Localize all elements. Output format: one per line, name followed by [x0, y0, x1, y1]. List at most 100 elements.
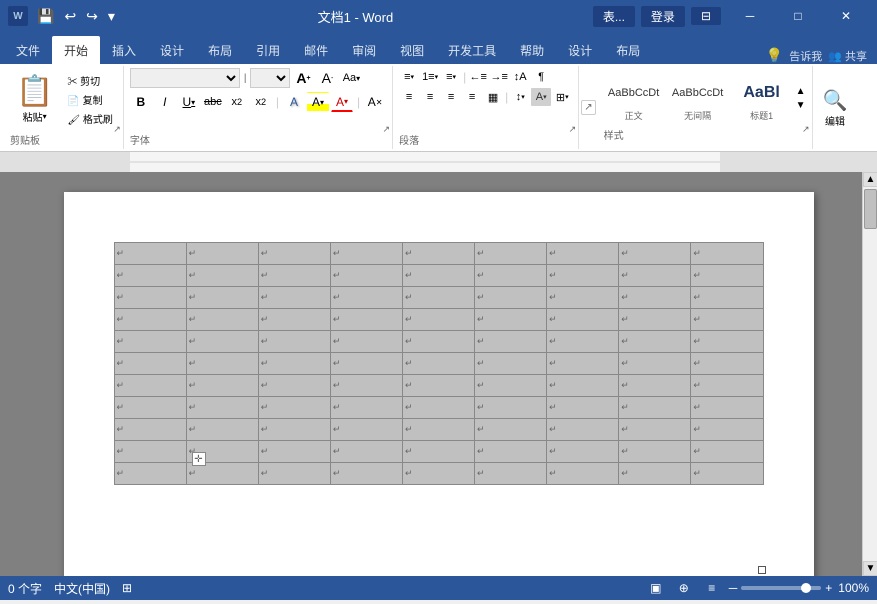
- decrease-font-button[interactable]: A-: [316, 68, 338, 88]
- change-case-button[interactable]: Aa▾: [340, 68, 362, 88]
- web-view-button[interactable]: ⊕: [673, 579, 695, 597]
- tab-help[interactable]: 帮助: [508, 36, 556, 64]
- underline-button[interactable]: U▾: [178, 92, 200, 112]
- scroll-thumb[interactable]: [864, 189, 877, 229]
- align-right-button[interactable]: ≡: [441, 88, 461, 106]
- clear-format-button[interactable]: A✕: [364, 92, 386, 112]
- table-cell: ↵: [114, 265, 186, 287]
- zoom-level-label[interactable]: 100%: [838, 581, 869, 595]
- style-heading1[interactable]: AaBl 标题1: [732, 74, 792, 125]
- tab-layout[interactable]: 布局: [196, 36, 244, 64]
- strikethrough-button[interactable]: abc: [202, 92, 224, 112]
- format-painter-button[interactable]: 🖌 格式刷: [63, 110, 116, 127]
- scroll-down-button[interactable]: ▼: [863, 561, 877, 576]
- encoding-icon[interactable]: ⊞: [122, 581, 132, 595]
- paste-button[interactable]: 📋 粘贴▾: [10, 72, 59, 126]
- highlight-color-button[interactable]: A▾: [307, 92, 329, 112]
- tab-table-layout[interactable]: 布局: [604, 36, 652, 64]
- tab-home[interactable]: 开始: [52, 36, 100, 64]
- read-view-button[interactable]: ≡: [701, 579, 723, 597]
- table-resize-handle[interactable]: [758, 566, 766, 574]
- zoom-minus-button[interactable]: ─: [729, 581, 738, 595]
- minimize-button[interactable]: ─: [727, 0, 773, 32]
- surface-button[interactable]: 表...: [593, 6, 635, 27]
- vertical-scrollbar[interactable]: ▲ ▼: [862, 172, 877, 576]
- decrease-indent-button[interactable]: ←≡: [468, 68, 488, 86]
- tab-developer[interactable]: 开发工具: [436, 36, 508, 64]
- borders-button[interactable]: ⊞▾: [552, 88, 572, 106]
- find-button[interactable]: 🔍 编辑: [819, 84, 852, 132]
- font-color-button[interactable]: A▾: [331, 92, 353, 112]
- bullets-button[interactable]: ≡▾: [399, 68, 419, 86]
- scroll-up-button[interactable]: ▲: [863, 172, 877, 187]
- tab-design[interactable]: 设计: [148, 36, 196, 64]
- table-cell: ↵: [619, 309, 691, 331]
- shading-button[interactable]: A▾: [531, 88, 551, 106]
- styles-down-button[interactable]: ▼: [796, 101, 806, 111]
- style-normal-label: 正文: [625, 109, 643, 122]
- tab-review[interactable]: 审阅: [340, 36, 388, 64]
- print-view-button[interactable]: ▣: [645, 579, 667, 597]
- column-break-button[interactable]: ▦: [483, 88, 503, 106]
- styles-expand-icon[interactable]: ↗: [802, 124, 810, 135]
- clipboard-expand-icon[interactable]: ↗: [113, 124, 121, 135]
- font-format-row: B I U▾ abc x2 x2 | A A▾ A▾ | A✕: [130, 92, 386, 112]
- subscript-button[interactable]: x2: [226, 92, 248, 112]
- table-cell: ↵: [258, 265, 330, 287]
- align-center-button[interactable]: ≡: [420, 88, 440, 106]
- font-size-select[interactable]: [250, 68, 290, 88]
- maximize-button[interactable]: □: [775, 0, 821, 32]
- multilevel-list-button[interactable]: ≡▾: [441, 68, 461, 86]
- window-mode-button[interactable]: ⊟: [691, 7, 721, 25]
- style-normal[interactable]: AaBbCcDt 正文: [604, 74, 664, 125]
- tab-view[interactable]: 视图: [388, 36, 436, 64]
- table-cell: ↵: [258, 353, 330, 375]
- show-marks-button[interactable]: ¶: [531, 68, 551, 86]
- redo-button[interactable]: ↪: [83, 6, 101, 27]
- zoom-plus-button[interactable]: +: [825, 581, 832, 595]
- paragraph-expand-icon[interactable]: ↗: [569, 124, 577, 135]
- increase-font-button[interactable]: A+: [292, 68, 314, 88]
- copy-button[interactable]: 📄 复制: [63, 91, 116, 108]
- share-button[interactable]: 👥 共享: [828, 48, 867, 64]
- line-spacing-button[interactable]: ↕▾: [510, 88, 530, 106]
- font-expand-icon[interactable]: ↗: [383, 124, 391, 135]
- tab-insert[interactable]: 插入: [100, 36, 148, 64]
- sort-button[interactable]: ↕A: [510, 68, 530, 86]
- tell-me-button[interactable]: 告诉我: [789, 48, 822, 64]
- increase-indent-button[interactable]: →≡: [489, 68, 509, 86]
- tab-table-design[interactable]: 设计: [556, 36, 604, 64]
- table-cell: ↵: [330, 419, 402, 441]
- italic-button[interactable]: I: [154, 92, 176, 112]
- table-cell: ↵: [186, 309, 258, 331]
- table-cell: ↵: [186, 419, 258, 441]
- bold-button[interactable]: B: [130, 92, 152, 112]
- zoom-track[interactable]: [741, 586, 821, 590]
- text-effect-button[interactable]: A: [283, 92, 305, 112]
- light-bulb-icon[interactable]: 💡: [766, 47, 783, 64]
- font-group: | A+ A- Aa▾ B I U▾ abc x2 x2 | A A▾ A▾ |: [124, 66, 393, 149]
- cut-button[interactable]: ✂ 剪切: [63, 72, 116, 89]
- table-move-handle[interactable]: ✛: [192, 452, 206, 466]
- undo-button[interactable]: ↩: [61, 6, 79, 27]
- login-button[interactable]: 登录: [641, 6, 685, 27]
- tab-references[interactable]: 引用: [244, 36, 292, 64]
- close-button[interactable]: ✕: [823, 0, 869, 32]
- language-label[interactable]: 中文(中国): [54, 580, 110, 597]
- zoom-thumb[interactable]: [801, 583, 811, 593]
- justify-button[interactable]: ≡: [462, 88, 482, 106]
- table-cell: ↵: [547, 265, 619, 287]
- style-no-spacing[interactable]: AaBbCcDt 无间隔: [668, 74, 728, 125]
- tab-mail[interactable]: 邮件: [292, 36, 340, 64]
- styles-up-button[interactable]: ▲: [796, 87, 806, 97]
- doc-wrapper: ✛ ↵↵↵↵↵↵↵↵↵↵↵↵↵↵↵↵↵↵↵↵↵↵↵↵↵↵↵↵↵↵↵↵↵↵↵↵↵↵…: [0, 172, 877, 576]
- table-cell: ↵: [114, 441, 186, 463]
- save-button[interactable]: 💾: [34, 6, 57, 27]
- align-left-button[interactable]: ≡: [399, 88, 419, 106]
- numbering-button[interactable]: 1≡▾: [420, 68, 440, 86]
- para-right-expand[interactable]: ↗: [579, 66, 597, 149]
- font-name-select[interactable]: [130, 68, 240, 88]
- tab-file[interactable]: 文件: [4, 36, 52, 64]
- quick-access-dropdown[interactable]: ▾: [105, 6, 118, 27]
- superscript-button[interactable]: x2: [250, 92, 272, 112]
